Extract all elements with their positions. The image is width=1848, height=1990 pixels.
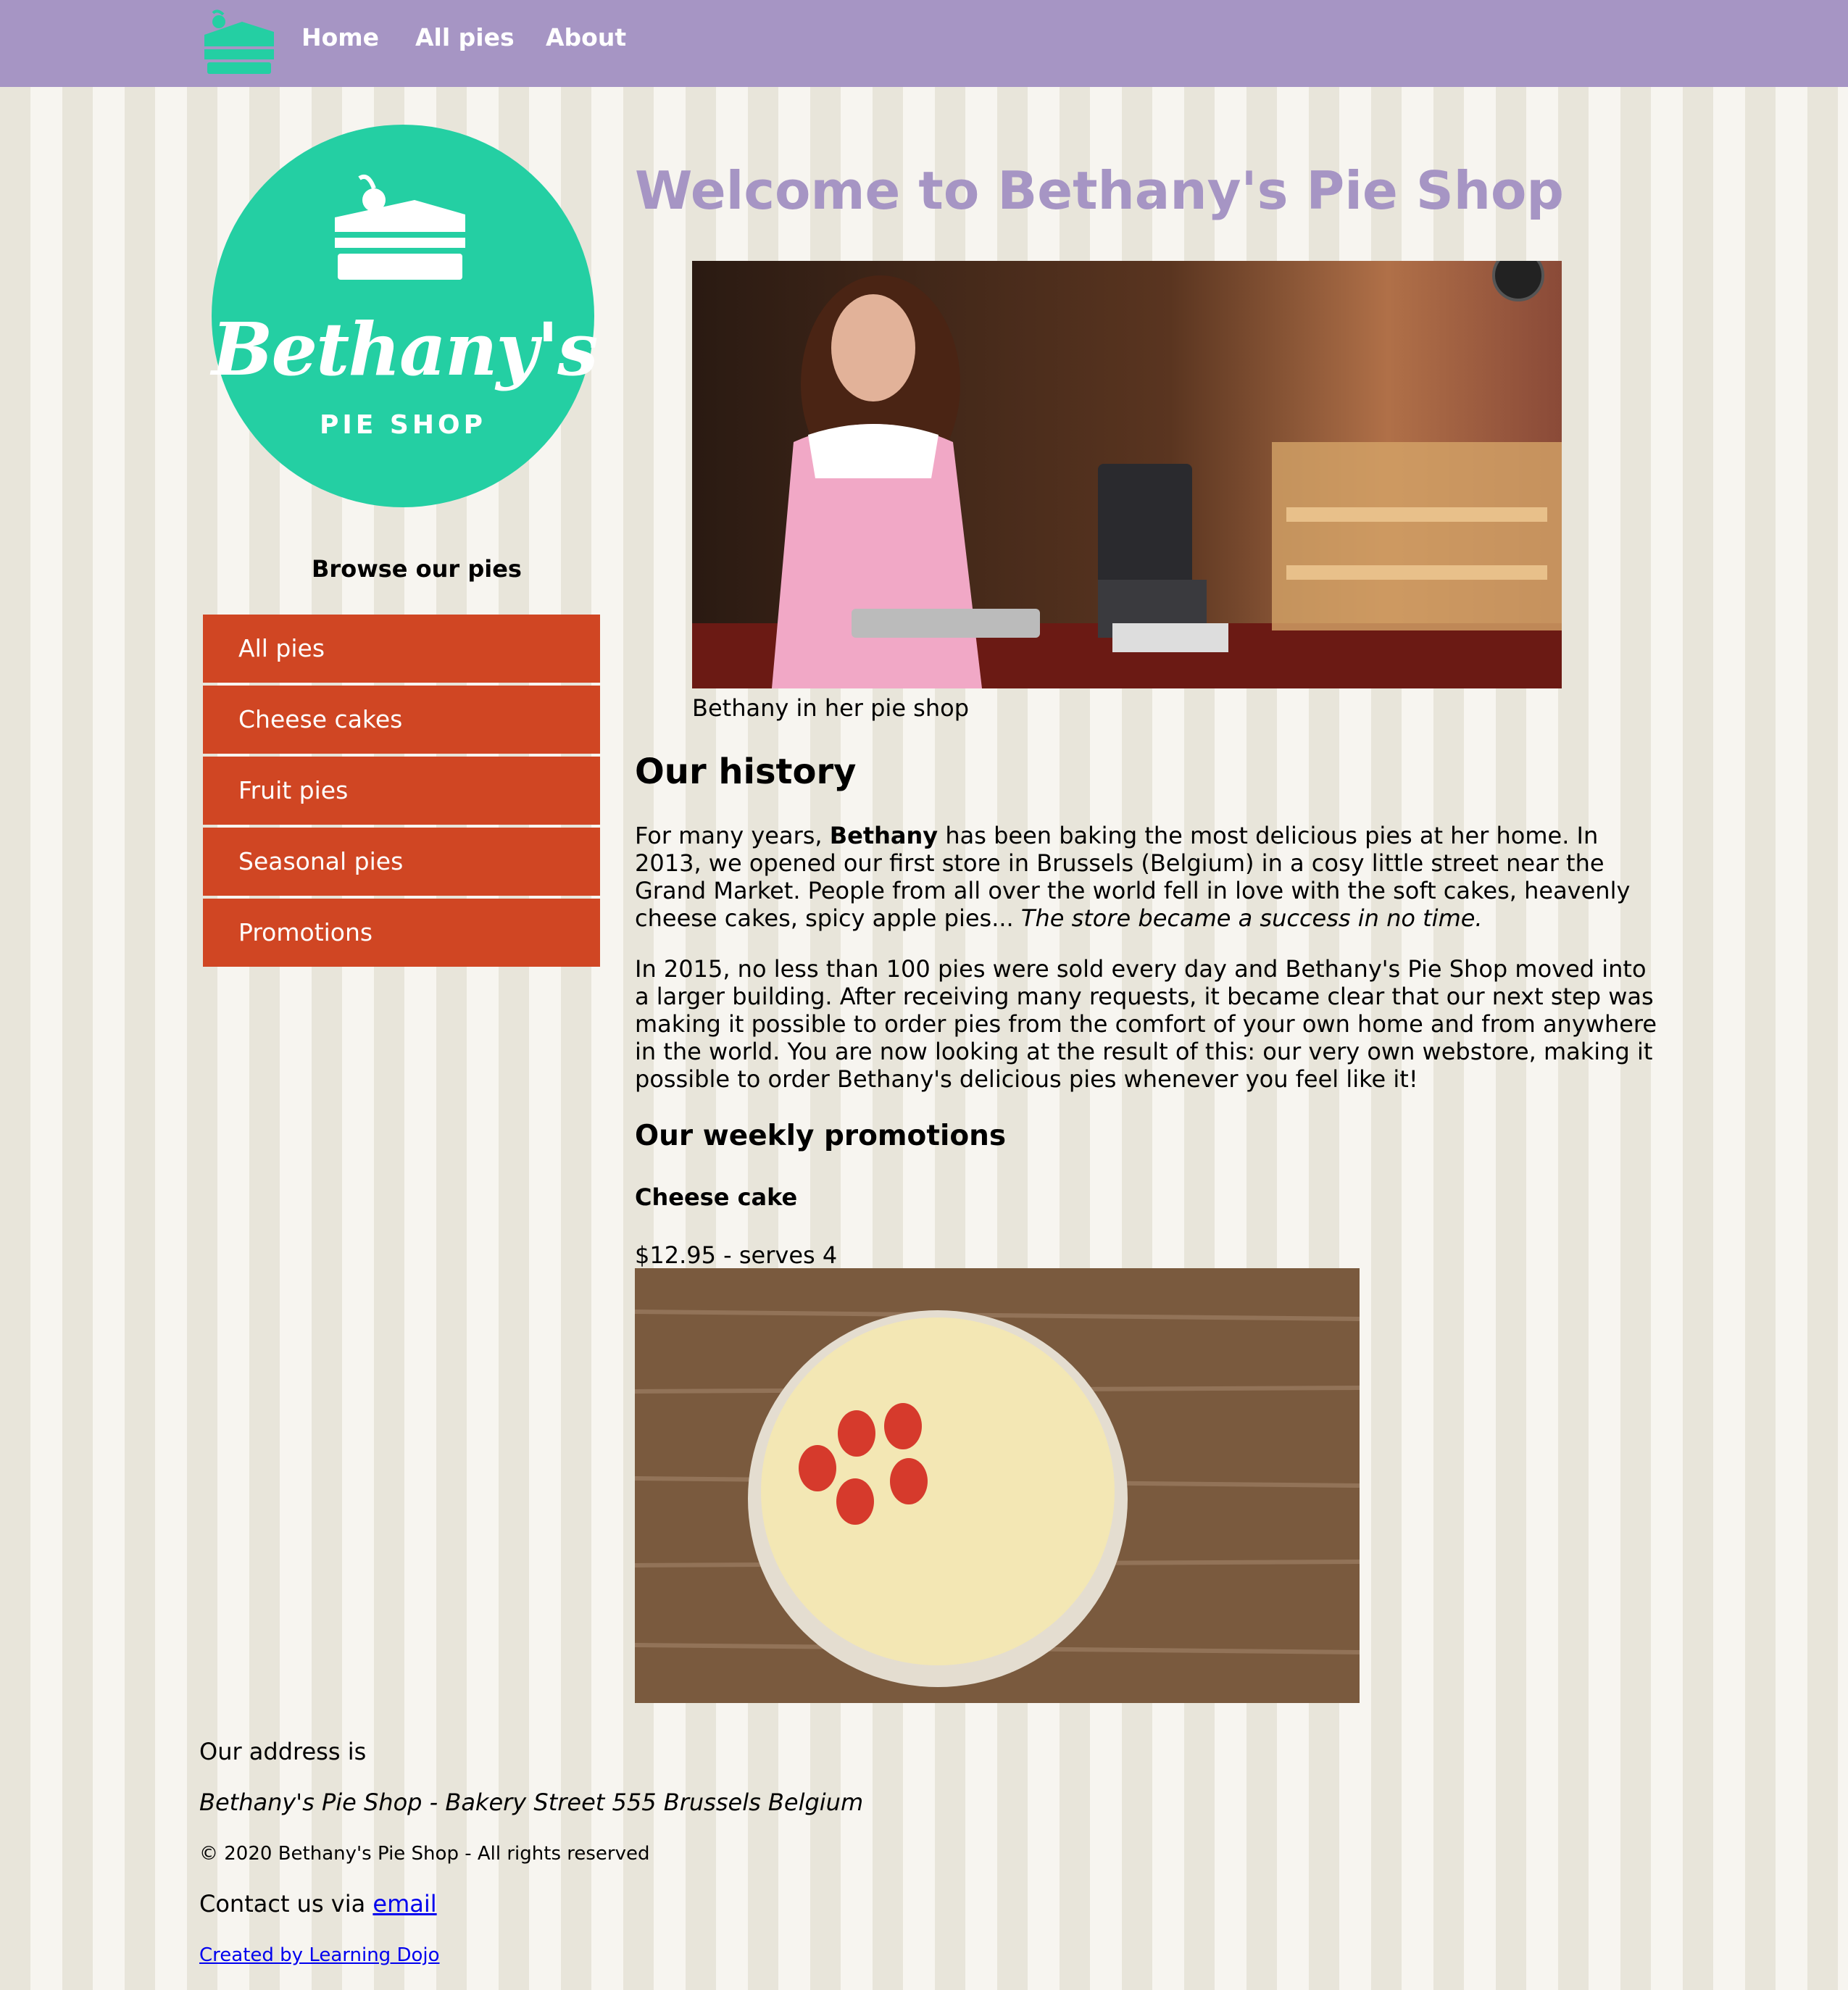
page-title: Welcome to Bethany's Pie Shop (635, 160, 1564, 221)
cheesecake-photo-illustration (635, 1268, 1360, 1703)
browse-heading: Browse our pies (312, 555, 522, 583)
menu-item-promotions[interactable]: Promotions (203, 899, 600, 967)
promo-product-image[interactable] (635, 1268, 1360, 1703)
nav-home-link[interactable]: Home (301, 20, 379, 55)
history-paragraph-1: For many years, Bethany has been baking … (635, 822, 1664, 932)
shop-photo-illustration (692, 261, 1562, 688)
address-text: Bethany's Pie Shop - Bakery Street 555 B… (199, 1789, 864, 1816)
category-menu: All pies Cheese cakes Fruit pies Seasona… (203, 615, 600, 970)
logo-subtitle: PIE SHOP (320, 410, 486, 440)
menu-item-seasonal-pies[interactable]: Seasonal pies (203, 828, 600, 896)
credit-link[interactable]: Created by Learning Dojo (199, 1942, 440, 1968)
promo-product-name: Cheese cake (635, 1183, 798, 1211)
menu-item-fruit-pies[interactable]: Fruit pies (203, 757, 600, 825)
hero-caption: Bethany in her pie shop (692, 694, 970, 722)
logo-name: Bethany's (212, 307, 599, 392)
history-text: For many years, (635, 822, 830, 849)
nav-all-pies-link[interactable]: All pies (415, 20, 515, 55)
copyright-text: © 2020 Bethany's Pie Shop - All rights r… (199, 1843, 650, 1865)
menu-item-cheese-cakes[interactable]: Cheese cakes (203, 686, 600, 754)
top-nav-bar: Home All pies About (0, 0, 1848, 87)
history-heading: Our history (635, 752, 857, 792)
menu-item-all-pies[interactable]: All pies (203, 615, 600, 683)
pie-slice-logo-icon[interactable] (197, 6, 281, 75)
email-link[interactable]: email (372, 1890, 436, 1918)
history-bold-name: Bethany (829, 822, 938, 849)
contact-line: Contact us via email (199, 1888, 437, 1920)
history-italic-text: The store became a success in no time. (1020, 904, 1483, 932)
promotions-heading: Our weekly promotions (635, 1120, 1007, 1152)
address-label: Our address is (199, 1738, 367, 1765)
hero-image (692, 261, 1562, 688)
history-paragraph-2: In 2015, no less than 100 pies were sold… (635, 955, 1657, 1093)
shop-logo: Bethany's PIE SHOP (212, 125, 599, 507)
contact-prefix: Contact us via (199, 1890, 373, 1918)
cake-slice-icon (335, 174, 465, 280)
nav-about-link[interactable]: About (546, 20, 626, 55)
promo-product-price: $12.95 - serves 4 (635, 1241, 838, 1269)
